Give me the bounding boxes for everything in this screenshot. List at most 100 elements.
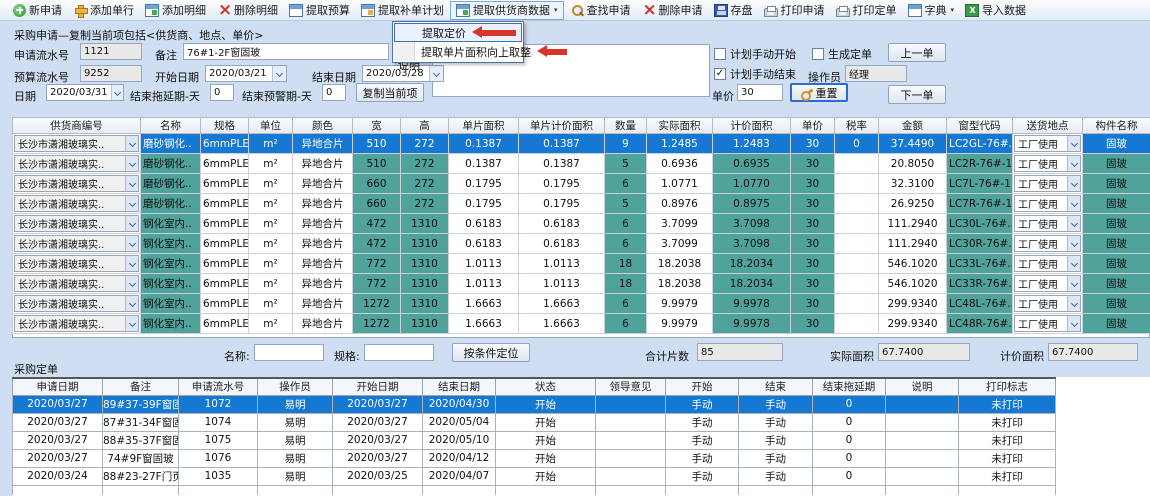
chevron-down-icon[interactable]: [125, 136, 138, 151]
cell[interactable]: [835, 154, 879, 174]
cell[interactable]: 固玻: [1083, 254, 1150, 274]
cell[interactable]: 异地合片: [293, 294, 353, 314]
cell[interactable]: 6mmPLE..: [201, 154, 249, 174]
supplier-combo[interactable]: 长沙市潇湘玻璃实..: [14, 155, 139, 172]
locate-button[interactable]: 按条件定位: [452, 343, 530, 362]
chevron-down-icon[interactable]: [125, 256, 138, 271]
cell[interactable]: 5: [605, 194, 647, 214]
cell[interactable]: 18.2038: [647, 254, 713, 274]
cell[interactable]: 固玻: [1083, 214, 1150, 234]
cell[interactable]: 0.6935: [713, 154, 791, 174]
delivery-combo[interactable]: 工厂使用: [1014, 275, 1081, 292]
cell[interactable]: 660: [353, 174, 401, 194]
cell[interactable]: 1310: [401, 314, 449, 334]
cell[interactable]: 660: [353, 194, 401, 214]
cell[interactable]: 工厂使用: [1013, 134, 1083, 154]
chevron-down-icon[interactable]: [1067, 236, 1080, 251]
cell[interactable]: 1272: [353, 314, 401, 334]
cell[interactable]: m²: [249, 314, 293, 334]
cell[interactable]: 510: [353, 134, 401, 154]
cell[interactable]: 0.6936: [647, 154, 713, 174]
cell[interactable]: 30: [791, 174, 835, 194]
cell[interactable]: 88#23-27F门页玻: [103, 467, 179, 485]
cell[interactable]: 18.2034: [713, 274, 791, 294]
cell[interactable]: LC48L-76#..: [947, 294, 1013, 314]
toolbar-button-8[interactable]: 删除申请: [637, 1, 708, 20]
cell[interactable]: 易明: [258, 413, 333, 431]
cell[interactable]: 长沙市潇湘玻璃实..: [13, 274, 141, 294]
table-row[interactable]: 长沙市潇湘玻璃实..钢化室内..6mmPLE..m²异地合片47213100.6…: [13, 214, 1150, 234]
cell[interactable]: [835, 314, 879, 334]
cell[interactable]: 钢化室内..: [141, 274, 201, 294]
cell[interactable]: 111.2940: [879, 214, 947, 234]
toolbar-button-10[interactable]: 打印申请: [759, 1, 830, 20]
cell[interactable]: 3.7098: [713, 234, 791, 254]
cell[interactable]: LC33R-76#..: [947, 274, 1013, 294]
chevron-down-icon[interactable]: [1067, 136, 1080, 151]
table-row[interactable]: 2020/03/2787#31-34F窗固玻1074易明2020/03/2720…: [13, 413, 1056, 431]
cell[interactable]: 钢化室内..: [141, 314, 201, 334]
cell[interactable]: [886, 413, 959, 431]
cell[interactable]: [886, 395, 959, 413]
table-row[interactable]: 2020/03/2774#9F窗固玻1076易明2020/03/272020/0…: [13, 449, 1056, 467]
toolbar-button-4[interactable]: 提取预算: [284, 1, 355, 20]
cell[interactable]: 1.6663: [519, 294, 605, 314]
cell[interactable]: 472: [353, 214, 401, 234]
cell[interactable]: 长沙市潇湘玻璃实..: [13, 174, 141, 194]
delivery-combo[interactable]: 工厂使用: [1014, 195, 1081, 212]
cell[interactable]: 1272: [353, 294, 401, 314]
chevron-down-icon[interactable]: [125, 276, 138, 291]
cell[interactable]: 18: [605, 274, 647, 294]
cell[interactable]: 30: [791, 294, 835, 314]
cell[interactable]: 2020/03/27: [333, 413, 423, 431]
cell[interactable]: 272: [401, 174, 449, 194]
cell[interactable]: 0.8976: [647, 194, 713, 214]
cell[interactable]: 2020/03/24: [13, 467, 103, 485]
toolbar-button-0[interactable]: 新申请: [8, 1, 67, 20]
cell[interactable]: 6mmPLE..: [201, 274, 249, 294]
chevron-down-icon[interactable]: [1067, 256, 1080, 271]
cell[interactable]: 2020/03/27: [13, 431, 103, 449]
cell[interactable]: [835, 294, 879, 314]
cell[interactable]: 1.0113: [519, 254, 605, 274]
cell[interactable]: 2020/05/10: [423, 431, 496, 449]
supplier-combo[interactable]: 长沙市潇湘玻璃实..: [14, 175, 139, 192]
cell[interactable]: LC7R-76#-1FO: [947, 194, 1013, 214]
table-row[interactable]: 长沙市潇湘玻璃实..磨砂钢化..6mmPLE..m²异地合片5102720.13…: [13, 154, 1150, 174]
cell[interactable]: 固玻: [1083, 174, 1150, 194]
cell[interactable]: LC30L-76#..: [947, 214, 1013, 234]
cell[interactable]: 1310: [401, 274, 449, 294]
cell[interactable]: 299.9340: [879, 294, 947, 314]
cell[interactable]: m²: [249, 154, 293, 174]
cell[interactable]: 开始: [496, 413, 596, 431]
cell[interactable]: 异地合片: [293, 274, 353, 294]
cell[interactable]: 6mmPLE..: [201, 254, 249, 274]
cell[interactable]: 0.1387: [449, 154, 519, 174]
copy-current-button[interactable]: 复制当前项: [356, 83, 424, 102]
cell[interactable]: 9.9978: [713, 294, 791, 314]
cell[interactable]: 1310: [401, 214, 449, 234]
cell[interactable]: [835, 214, 879, 234]
cell[interactable]: 0.1795: [449, 174, 519, 194]
cell[interactable]: LC7L-76#-1FO: [947, 174, 1013, 194]
cell[interactable]: 9.9978: [713, 314, 791, 334]
cell[interactable]: 1076: [179, 449, 258, 467]
menu-item-1[interactable]: 提取单片面积向上取整: [394, 42, 522, 61]
cell[interactable]: 6: [605, 214, 647, 234]
cell[interactable]: 手动: [666, 467, 739, 485]
cell[interactable]: 2020/03/25: [333, 467, 423, 485]
toolbar-button-3[interactable]: 删除明细: [212, 1, 283, 20]
delivery-combo[interactable]: 工厂使用: [1014, 235, 1081, 252]
cell[interactable]: 272: [401, 154, 449, 174]
cell[interactable]: 1075: [179, 431, 258, 449]
cell[interactable]: 6mmPLE..: [201, 314, 249, 334]
cell[interactable]: 5: [605, 154, 647, 174]
cell[interactable]: 未打印: [959, 395, 1056, 413]
cell[interactable]: 异地合片: [293, 154, 353, 174]
cell[interactable]: 固玻: [1083, 234, 1150, 254]
cell[interactable]: 固玻: [1083, 274, 1150, 294]
cell[interactable]: 1.6663: [449, 294, 519, 314]
cell[interactable]: [835, 194, 879, 214]
cell[interactable]: 工厂使用: [1013, 174, 1083, 194]
cell[interactable]: 0.1795: [519, 174, 605, 194]
